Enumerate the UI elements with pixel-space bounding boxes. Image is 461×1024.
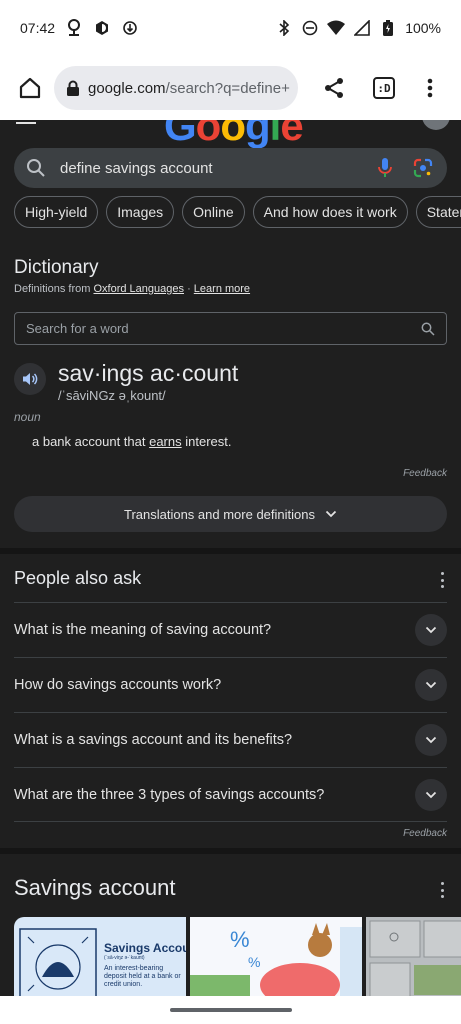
share-button[interactable]: [314, 68, 354, 108]
search-icon: [27, 159, 45, 177]
svg-text:%: %: [248, 954, 260, 970]
chip-high-yield[interactable]: High-yield: [14, 196, 99, 228]
thumbnail-description: An interest-bearing deposit held at a ba…: [104, 965, 181, 988]
thumbnail-title: Savings Accoun: [104, 941, 186, 955]
image-thumbnail[interactable]: Savings Accoun (ˈsā-viŋz ə-ˈkaunt) An in…: [14, 917, 186, 996]
menu-icon[interactable]: [16, 122, 36, 124]
section-divider: [0, 548, 461, 554]
image-carousel: Savings Accoun (ˈsā-viŋz ə-ˈkaunt) An in…: [14, 917, 461, 996]
search-box[interactable]: define savings account: [14, 148, 447, 188]
dictionary-source: Definitions from Oxford Languages · Lear…: [14, 283, 250, 295]
source-separator: ·: [187, 283, 191, 295]
lens-search-button[interactable]: [411, 156, 435, 180]
translations-button-label: Translations and more definitions: [123, 506, 315, 522]
pronunciation-button[interactable]: [14, 363, 46, 395]
status-bar: 07:42 100%: [0, 0, 461, 56]
source-prefix: Definitions from: [14, 283, 91, 295]
dnd-icon: [301, 19, 319, 37]
search-input[interactable]: define savings account: [60, 160, 359, 177]
chevron-down-icon: [415, 614, 447, 646]
clock: 07:42: [20, 20, 56, 36]
share-icon: [325, 78, 343, 98]
section-divider: [0, 848, 461, 854]
browser-toolbar: google.com/search?q=define+ :D: [0, 56, 461, 120]
google-logo[interactable]: Google: [164, 120, 304, 148]
battery-level: 100%: [405, 20, 441, 36]
gesture-handle[interactable]: [170, 1008, 292, 1012]
settings-icon: [93, 19, 111, 37]
avatar[interactable]: [422, 120, 450, 130]
image-thumbnail[interactable]: % %: [190, 917, 362, 996]
people-also-ask-title: People also ask: [14, 568, 142, 588]
tab-count: :D: [377, 81, 391, 95]
chip-online[interactable]: Online: [182, 196, 245, 228]
word-search-placeholder: Search for a word: [26, 321, 129, 336]
illustration-image: [19, 928, 97, 996]
paa-question-text: How do savings accounts work?: [14, 677, 222, 693]
wifi-icon: [327, 19, 346, 37]
data-saver-icon: [121, 19, 139, 37]
image-thumbnail[interactable]: [366, 917, 461, 996]
phonetic: /ˈsāviNGz əˌkount/: [58, 388, 166, 403]
google-header: Google: [0, 120, 461, 148]
chip-statement[interactable]: Statement: [415, 196, 461, 228]
more-options-icon[interactable]: [437, 882, 447, 898]
home-icon: [19, 77, 41, 99]
paa-question-text: What are the three 3 types of savings ac…: [14, 786, 325, 803]
search-icon: [421, 322, 435, 336]
thumbnail-phonetic: (ˈsā-viŋz ə-ˈkaunt): [104, 955, 145, 961]
more-options-icon[interactable]: [437, 572, 447, 588]
definition-text-start: a bank account that: [32, 434, 150, 449]
voice-search-button[interactable]: [373, 156, 397, 180]
paa-question-text: What is the meaning of saving account?: [14, 622, 272, 638]
chevron-down-icon: [415, 669, 447, 701]
piggy-bank-image: % %: [190, 923, 362, 996]
more-vert-icon: [427, 78, 433, 98]
browser-menu-button[interactable]: [410, 68, 450, 108]
battery-icon: [379, 19, 397, 37]
url-path: /search?q=define+: [165, 79, 290, 97]
paa-question[interactable]: What are the three 3 types of savings ac…: [14, 767, 447, 822]
bluetooth-icon: [275, 19, 293, 37]
dictionary-title: Dictionary: [14, 257, 99, 278]
signal-icon: [353, 19, 371, 37]
paa-question-text: What is a savings account and its benefi…: [14, 732, 293, 748]
word-search-input[interactable]: Search for a word: [14, 312, 447, 345]
mic-icon: [378, 158, 392, 177]
navigation-bar: [0, 996, 461, 1024]
vault-image: [366, 917, 461, 996]
definition-link-earns[interactable]: earns: [149, 434, 182, 449]
speaker-icon: [23, 373, 38, 385]
paa-question[interactable]: How do savings accounts work?: [14, 657, 447, 712]
headword: sav·ings ac·count: [58, 360, 239, 386]
paa-question[interactable]: What is the meaning of saving account?: [14, 602, 447, 657]
tab-count-icon: :D: [373, 77, 395, 99]
chip-how-does-it-work[interactable]: And how does it work: [252, 196, 408, 228]
chip-images[interactable]: Images: [106, 196, 175, 228]
filter-chips: High-yield Images Online And how does it…: [14, 196, 461, 228]
dictionary-feedback-link[interactable]: Feedback: [403, 468, 447, 479]
search-results-page: Google define savings account High-yield…: [0, 120, 461, 996]
chevron-down-icon: [415, 778, 447, 811]
tabs-button[interactable]: :D: [364, 68, 404, 108]
lock-icon: [66, 80, 80, 96]
url-host: google.com: [88, 79, 166, 97]
translations-button[interactable]: Translations and more definitions: [14, 496, 447, 532]
chevron-down-icon: [325, 510, 337, 518]
url-bar[interactable]: google.com/search?q=define+: [54, 66, 298, 110]
paa-question[interactable]: What is a savings account and its benefi…: [14, 712, 447, 767]
paa-feedback-link[interactable]: Feedback: [403, 828, 447, 839]
oxford-languages-link[interactable]: Oxford Languages: [93, 283, 184, 295]
location-icon: [65, 19, 83, 37]
definition: a bank account that earns interest.: [32, 434, 231, 449]
knowledge-panel-title: Savings account: [14, 875, 176, 900]
learn-more-link[interactable]: Learn more: [194, 283, 250, 295]
home-button[interactable]: [10, 68, 50, 108]
svg-text:%: %: [230, 927, 250, 952]
definition-text-end: interest.: [181, 434, 232, 449]
part-of-speech: noun: [14, 410, 41, 424]
chevron-down-icon: [415, 724, 447, 756]
lens-icon: [413, 158, 433, 178]
